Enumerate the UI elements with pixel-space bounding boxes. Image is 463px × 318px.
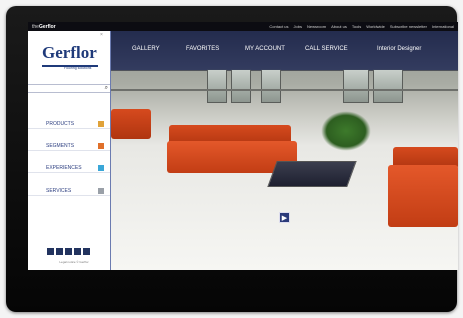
photo-table <box>267 161 357 187</box>
photo-window <box>373 69 403 103</box>
sidebar-item-label: SEGMENTS <box>46 143 75 149</box>
slideshow-play-button[interactable]: ▶ <box>279 212 290 223</box>
browser-screen: theGerflor Contact us Jobs Newsroom Abou… <box>28 22 458 270</box>
top-link[interactable]: Subscribe newsletter <box>390 24 427 29</box>
close-icon[interactable]: × <box>100 32 103 38</box>
top-link[interactable]: Newsroom <box>307 24 326 29</box>
play-icon: ▶ <box>281 215 288 222</box>
nav-gallery[interactable]: GALLERY <box>132 46 160 52</box>
logo-text: Gerflor <box>42 43 97 62</box>
nav-favorites[interactable]: FAVORITES <box>186 46 219 52</box>
facebook-icon[interactable] <box>47 248 54 255</box>
menu-color-square <box>98 165 104 171</box>
brand-prefix: the <box>32 24 39 30</box>
top-link[interactable]: International <box>432 24 454 29</box>
gerflor-logo[interactable]: Gerflor <box>42 43 98 67</box>
social-icons <box>47 248 90 255</box>
device-frame: theGerflor Contact us Jobs Newsroom Abou… <box>6 6 458 312</box>
twitter-icon[interactable] <box>56 248 63 255</box>
sidebar-item-experiences[interactable]: EXPERIENCES <box>28 163 110 173</box>
top-bar: theGerflor Contact us Jobs Newsroom Abou… <box>28 22 458 31</box>
menu-color-square <box>98 121 104 127</box>
sidebar: × Gerflor Flooring solutions ⌕ PRODUCTS … <box>28 31 111 270</box>
top-bar-brand[interactable]: theGerflor <box>32 24 56 30</box>
search-icon[interactable]: ⌕ <box>105 85 108 92</box>
sidebar-item-label: PRODUCTS <box>46 121 75 127</box>
nav-my-account[interactable]: MY ACCOUNT <box>245 46 285 52</box>
photo-window <box>231 69 251 103</box>
top-link[interactable]: Tools <box>352 24 361 29</box>
photo-window <box>343 69 369 103</box>
sidebar-item-products[interactable]: PRODUCTS <box>28 119 110 129</box>
menu-color-square <box>98 188 104 194</box>
sidebar-footer: Legal notice © Gerflor <box>59 260 89 264</box>
logo-tagline: Flooring solutions <box>64 66 92 70</box>
top-link[interactable]: Worldwide <box>366 24 385 29</box>
menu-color-square <box>98 143 104 149</box>
brand-name: Gerflor <box>38 24 56 30</box>
nav-interior-designer[interactable]: Interior Designer <box>377 46 421 52</box>
sidebar-item-label: SERVICES <box>46 188 72 194</box>
main-nav: GALLERY FAVORITES MY ACCOUNT CALL SERVIC… <box>111 31 458 70</box>
sidebar-item-segments[interactable]: SEGMENTS <box>28 141 110 151</box>
photo-sofa <box>111 109 151 139</box>
sidebar-item-label: EXPERIENCES <box>46 165 82 171</box>
search-field[interactable]: ⌕ <box>28 84 110 93</box>
top-link[interactable]: Jobs <box>294 24 302 29</box>
top-link[interactable]: Contact us <box>269 24 288 29</box>
top-link[interactable]: About us <box>331 24 347 29</box>
photo-plant <box>321 111 371 151</box>
photo-window <box>261 69 281 103</box>
youtube-icon[interactable] <box>74 248 81 255</box>
photo-window <box>207 69 227 103</box>
top-links: Contact us Jobs Newsroom About us Tools … <box>269 24 454 29</box>
photo-sofa <box>388 165 458 227</box>
nav-call-service[interactable]: CALL SERVICE <box>305 46 348 52</box>
linkedin-icon[interactable] <box>65 248 72 255</box>
sidebar-item-services[interactable]: SERVICES <box>28 186 110 196</box>
rss-icon[interactable] <box>83 248 90 255</box>
photo-railing <box>111 89 458 91</box>
